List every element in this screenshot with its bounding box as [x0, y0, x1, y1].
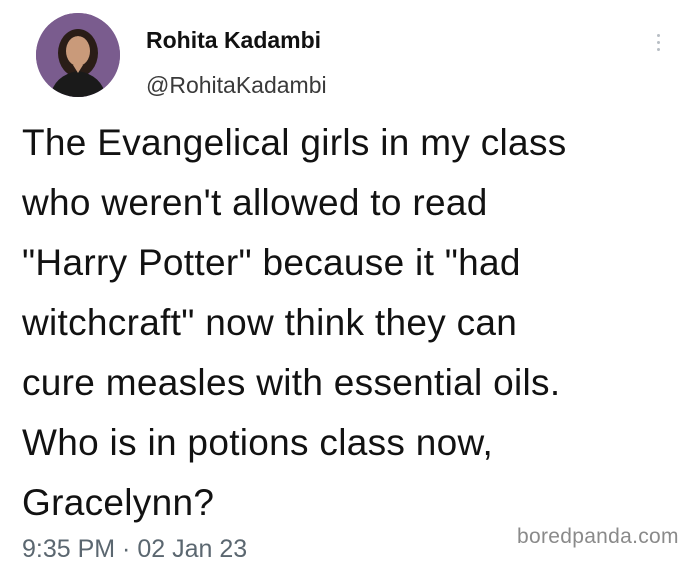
watermark: boredpanda.com	[517, 525, 679, 548]
tweet-card: Rohita Kadambi @RohitaKadambi The Evange…	[0, 0, 700, 563]
dot	[656, 40, 660, 44]
display-name[interactable]: Rohita Kadambi	[146, 25, 321, 55]
tweet-timestamp[interactable]: 9:35 PM · 02 Jan 23	[22, 531, 247, 567]
dot	[656, 47, 660, 51]
dot	[656, 33, 660, 37]
more-vertical-icon[interactable]	[644, 28, 672, 56]
avatar[interactable]	[36, 13, 120, 97]
user-handle[interactable]: @RohitaKadambi	[146, 70, 327, 100]
tweet-text: The Evangelical girls in my class who we…	[22, 122, 567, 523]
avatar-image	[36, 13, 120, 97]
